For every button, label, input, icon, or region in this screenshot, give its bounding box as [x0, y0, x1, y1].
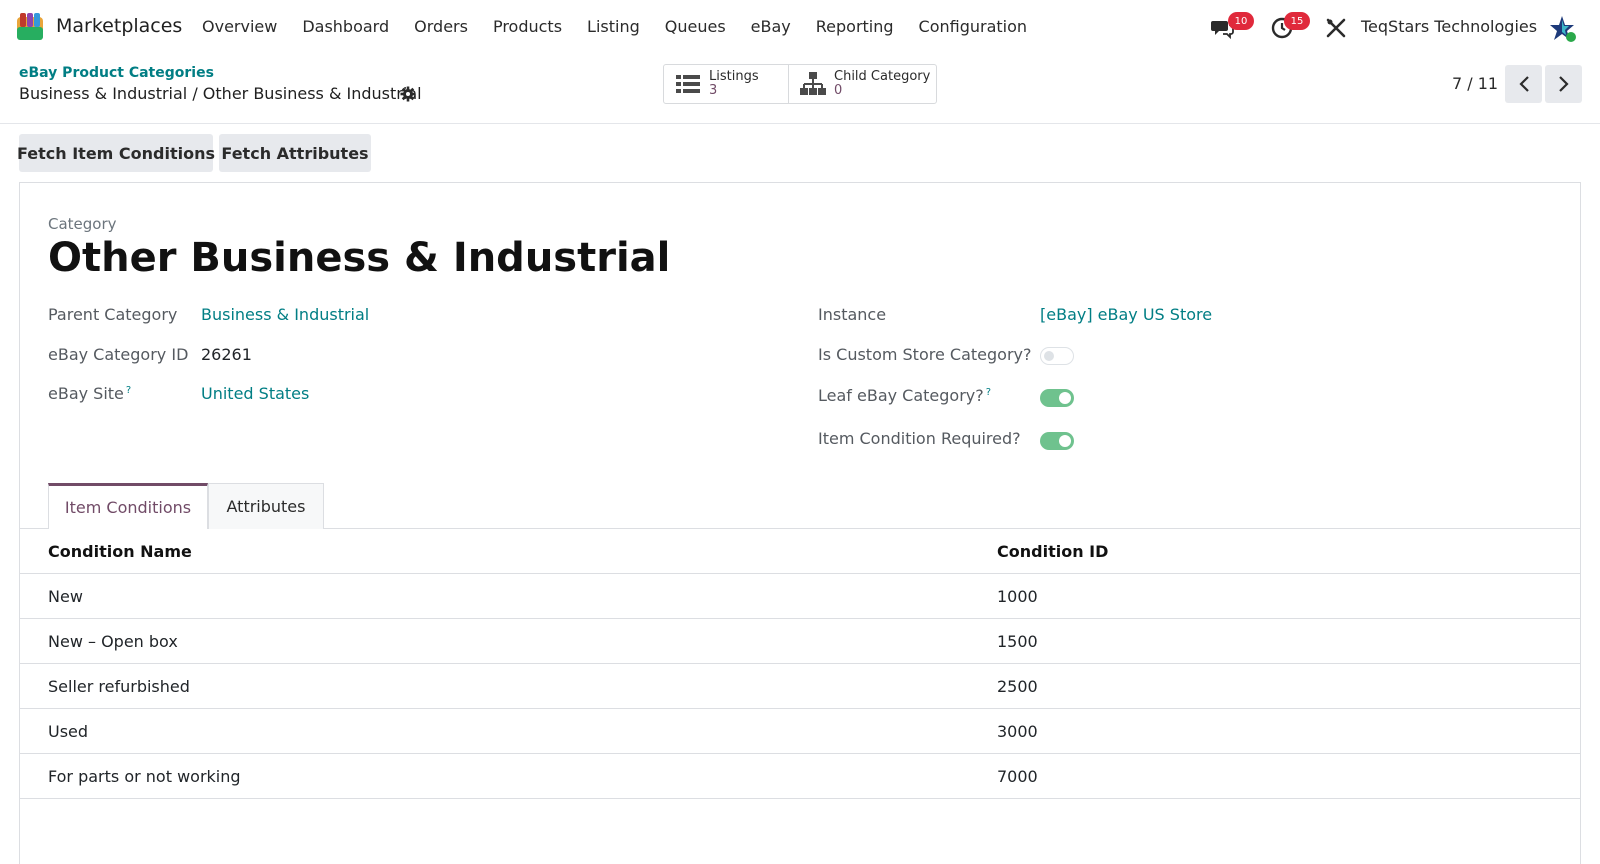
fetch-attributes-button[interactable]: Fetch Attributes: [219, 134, 371, 172]
menu-configuration[interactable]: Configuration: [919, 17, 1028, 36]
activities-badge: 15: [1284, 12, 1310, 30]
listings-label: Listings: [709, 69, 759, 84]
control-panel-divider: [0, 123, 1600, 124]
menu-products[interactable]: Products: [493, 17, 562, 36]
child-category-smart-button[interactable]: Child Category 0: [788, 65, 936, 103]
menu-listing[interactable]: Listing: [587, 17, 640, 36]
pager-value[interactable]: 7 / 11: [1452, 74, 1498, 93]
sitemap-icon: [800, 72, 826, 95]
custom-store-category-label: Is Custom Store Category?: [818, 345, 1032, 364]
condition-name-cell: For parts or not working: [48, 767, 241, 786]
ebay-site-link[interactable]: United States: [201, 384, 309, 403]
leaf-category-help-icon[interactable]: ?: [986, 387, 991, 398]
menu-ebay[interactable]: eBay: [751, 17, 791, 36]
ebay-category-id-field[interactable]: 26261: [201, 345, 252, 364]
instance-link[interactable]: [eBay] eBay US Store: [1040, 305, 1212, 324]
fetch-item-conditions-button[interactable]: Fetch Item Conditions: [17, 134, 215, 172]
category-label: Category: [48, 215, 117, 233]
parent-category-link[interactable]: Business & Industrial: [201, 305, 369, 324]
column-condition-id[interactable]: Condition ID: [997, 542, 1108, 561]
chevron-right-icon: [1558, 76, 1569, 92]
ebay-site-label: eBay Site?: [48, 384, 131, 403]
breadcrumb-current: Business & Industrial / Other Business &…: [19, 84, 422, 103]
smart-buttons: Listings 3 Child Category 0: [663, 64, 937, 104]
pager-previous-button[interactable]: [1505, 65, 1542, 103]
menu-queues[interactable]: Queues: [665, 17, 726, 36]
listings-count: 3: [709, 83, 718, 98]
tab-item-conditions[interactable]: Item Conditions: [48, 483, 208, 529]
condition-name-cell: New – Open box: [48, 632, 178, 651]
table-row[interactable]: New – Open box 1500: [20, 619, 1580, 664]
leaf-category-toggle[interactable]: [1040, 389, 1074, 407]
gear-icon[interactable]: [400, 86, 416, 102]
table-row[interactable]: For parts or not working 7000: [20, 754, 1580, 799]
table-row[interactable]: New 1000: [20, 574, 1580, 619]
condition-id-cell: 2500: [997, 677, 1038, 696]
pager-next-button[interactable]: [1545, 65, 1582, 103]
app-name[interactable]: Marketplaces: [56, 15, 182, 37]
main-menu: Overview Dashboard Orders Products Listi…: [202, 17, 1052, 36]
item-condition-required-toggle[interactable]: [1040, 432, 1074, 450]
top-navbar: Marketplaces Overview Dashboard Orders P…: [0, 0, 1600, 54]
category-name-field[interactable]: Other Business & Industrial: [48, 235, 670, 281]
parent-category-label: Parent Category: [48, 305, 178, 324]
listings-smart-button[interactable]: Listings 3: [664, 65, 788, 103]
menu-orders[interactable]: Orders: [414, 17, 468, 36]
table-row[interactable]: Used 3000: [20, 709, 1580, 754]
condition-name-cell: New: [48, 587, 83, 606]
instance-label: Instance: [818, 305, 887, 324]
form-sheet: Category Other Business & Industrial Par…: [19, 182, 1581, 864]
ebay-category-id-label: eBay Category ID: [48, 345, 189, 364]
chevron-left-icon: [1518, 76, 1529, 92]
breadcrumb-parent[interactable]: eBay Product Categories: [19, 65, 214, 81]
ebay-site-help-icon[interactable]: ?: [126, 385, 131, 396]
condition-id-cell: 7000: [997, 767, 1038, 786]
messages-badge: 10: [1228, 12, 1254, 30]
child-category-count: 0: [834, 83, 843, 98]
menu-overview[interactable]: Overview: [202, 17, 277, 36]
ebay-site-label-text: eBay Site: [48, 384, 124, 403]
condition-id-cell: 1500: [997, 632, 1038, 651]
menu-dashboard[interactable]: Dashboard: [302, 17, 389, 36]
debug-tools-icon[interactable]: [1324, 16, 1348, 40]
marketplaces-app-icon[interactable]: [16, 11, 44, 41]
leaf-category-label-text: Leaf eBay Category?: [818, 386, 984, 405]
user-avatar-icon[interactable]: [1548, 14, 1576, 42]
leaf-category-label: Leaf eBay Category??: [818, 386, 991, 405]
table-row[interactable]: Seller refurbished 2500: [20, 664, 1580, 709]
company-name[interactable]: TeqStars Technologies: [1361, 17, 1537, 36]
tab-attributes[interactable]: Attributes: [208, 483, 324, 529]
custom-store-category-toggle[interactable]: [1040, 347, 1074, 365]
condition-name-cell: Seller refurbished: [48, 677, 190, 696]
condition-name-cell: Used: [48, 722, 89, 741]
condition-id-cell: 3000: [997, 722, 1038, 741]
list-icon: [676, 75, 700, 93]
column-condition-name[interactable]: Condition Name: [48, 542, 192, 561]
item-condition-required-label: Item Condition Required?: [818, 429, 1021, 448]
menu-reporting[interactable]: Reporting: [816, 17, 894, 36]
condition-id-cell: 1000: [997, 587, 1038, 606]
conditions-table-header: Condition Name Condition ID: [20, 529, 1580, 574]
child-category-label: Child Category: [834, 69, 931, 84]
